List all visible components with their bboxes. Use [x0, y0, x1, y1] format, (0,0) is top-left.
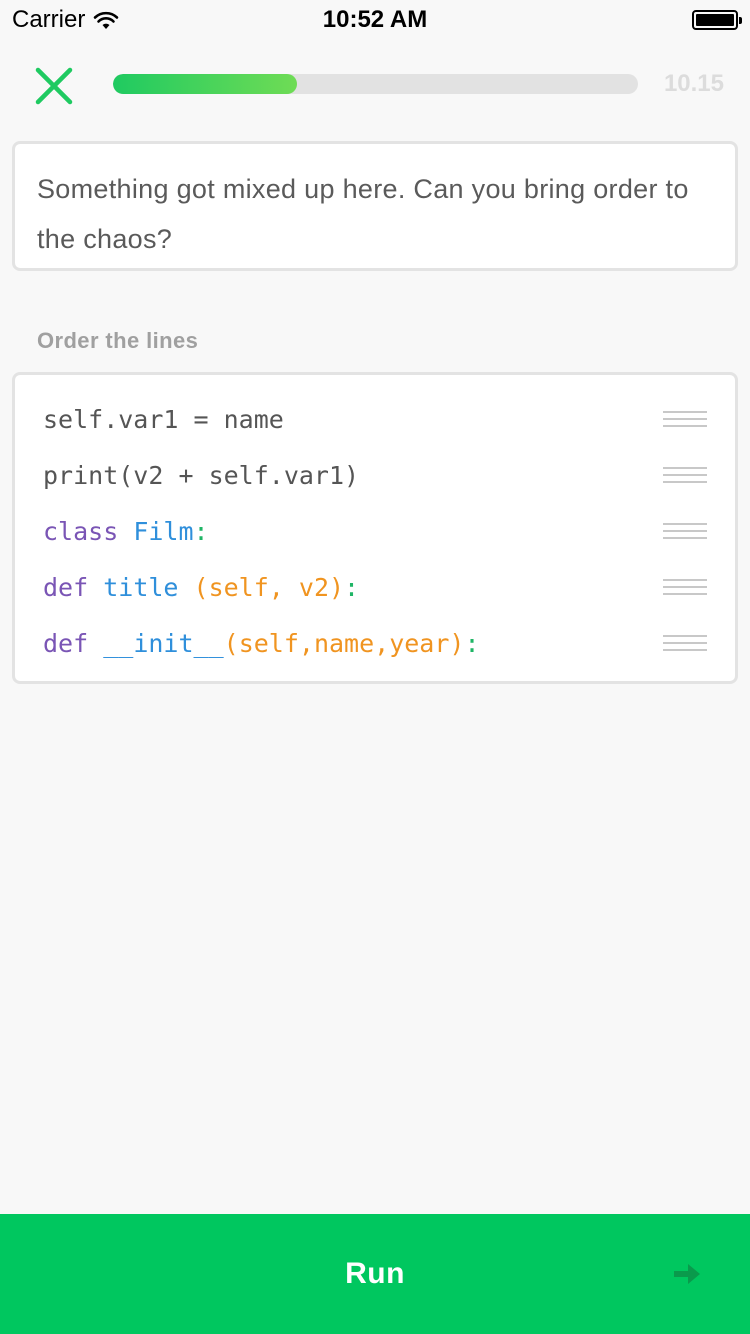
- drag-handle-icon[interactable]: [663, 523, 707, 539]
- progress-fill: [113, 74, 297, 94]
- code-line[interactable]: class Film:: [15, 503, 735, 559]
- code-token: (self,name,year): [223, 628, 465, 658]
- progress-value: 10.15: [663, 70, 724, 97]
- prompt-text: Something got mixed up here. Can you bri…: [37, 174, 689, 254]
- code-line-text: self.var1 = name: [43, 405, 284, 434]
- drag-handle-icon[interactable]: [663, 467, 707, 483]
- code-line-text: def title (self, v2):: [43, 573, 359, 602]
- close-button[interactable]: [30, 62, 78, 110]
- code-token: class: [43, 516, 134, 546]
- section-label: Order the lines: [37, 328, 199, 353]
- code-line-text: def __init__(self,name,year):: [43, 629, 480, 658]
- code-line[interactable]: print(v2 + self.var1): [15, 447, 735, 503]
- status-bar: Carrier 10:52 AM: [0, 0, 750, 40]
- code-lines-card: self.var1 = name print(v2 + self.var1) cla…: [12, 372, 738, 684]
- code-line[interactable]: def __init__(self,name,year):: [15, 615, 735, 671]
- prompt-card: Something got mixed up here. Can you bri…: [12, 141, 738, 271]
- code-token: (self, v2): [193, 572, 345, 602]
- close-x-icon: [35, 67, 73, 105]
- code-token: __init__: [103, 628, 224, 658]
- drag-handle-icon[interactable]: [663, 635, 707, 651]
- progress-bar: [113, 74, 638, 94]
- code-token: Film: [133, 516, 194, 546]
- code-token: :: [344, 572, 360, 602]
- drag-handle-icon[interactable]: [663, 411, 707, 427]
- code-token: :: [193, 516, 209, 546]
- battery-icon: [692, 10, 742, 30]
- code-line[interactable]: self.var1 = name: [15, 391, 735, 447]
- code-line-text: class Film:: [43, 517, 209, 546]
- status-time: 10:52 AM: [322, 6, 428, 33]
- code-line[interactable]: def title (self, v2):: [15, 559, 735, 615]
- lesson-header: 10.15: [0, 60, 750, 110]
- arrow-right-icon: [674, 1264, 700, 1284]
- drag-handle-icon[interactable]: [663, 579, 707, 595]
- code-token: def: [43, 572, 104, 602]
- code-token: def: [43, 628, 104, 658]
- run-label: Run: [345, 1257, 405, 1290]
- code-token: print(v2 + self.var1): [43, 460, 360, 490]
- code-line-text: print(v2 + self.var1): [43, 461, 359, 490]
- run-button[interactable]: Run: [0, 1214, 750, 1334]
- code-token: :: [464, 628, 480, 658]
- code-token: self.var1 = name: [43, 404, 284, 434]
- code-token: title: [103, 572, 194, 602]
